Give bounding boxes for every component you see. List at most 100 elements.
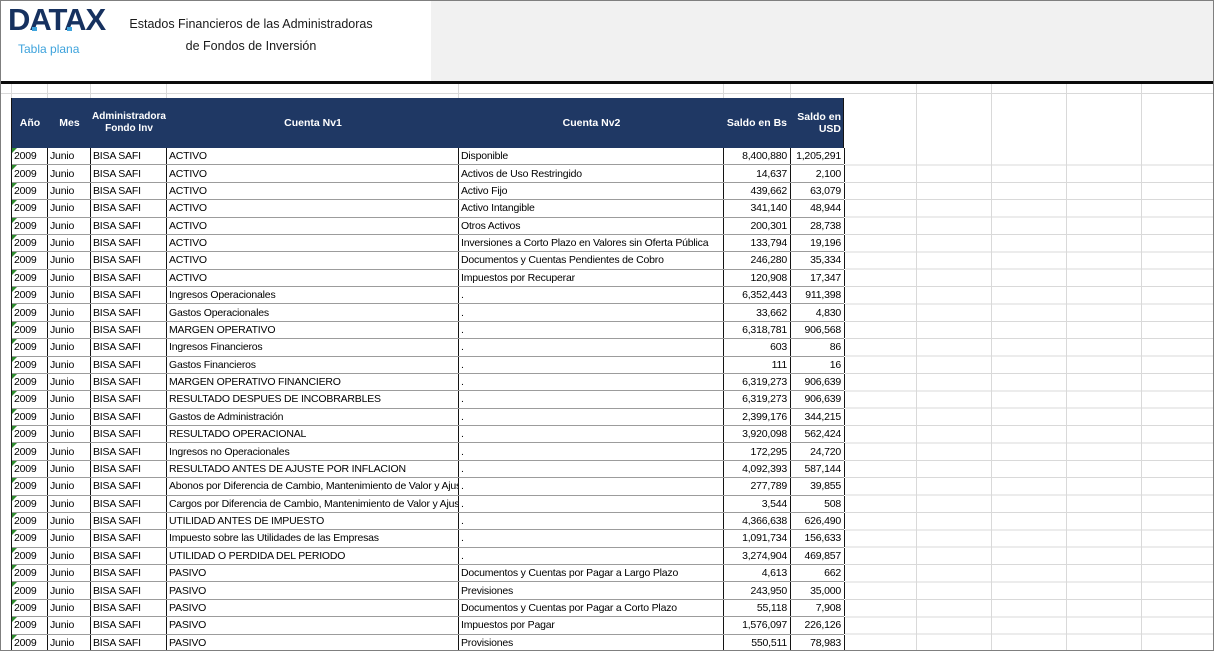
cell-mes[interactable]: Junio [48, 548, 91, 564]
cell-mes[interactable]: Junio [48, 357, 91, 373]
cell-saldo-usd[interactable]: 906,639 [791, 391, 845, 407]
cell-saldo-usd[interactable]: 86 [791, 339, 845, 355]
cell-cuenta-nv1[interactable]: Abonos por Diferencia de Cambio, Manteni… [167, 478, 459, 494]
cell-ano[interactable]: 2009 [12, 426, 48, 442]
cell-saldo-usd[interactable]: 39,855 [791, 478, 845, 494]
cell-cuenta-nv2[interactable]: . [459, 513, 724, 529]
cell-admin[interactable]: BISA SAFI [91, 617, 167, 633]
cell-cuenta-nv1[interactable]: RESULTADO ANTES DE AJUSTE POR INFLACION [167, 461, 459, 477]
cell-admin[interactable]: BISA SAFI [91, 530, 167, 546]
empty-cells-grid[interactable] [845, 148, 1214, 651]
cell-mes[interactable]: Junio [48, 183, 91, 199]
cell-saldo-bs[interactable]: 4,366,638 [724, 513, 791, 529]
cell-saldo-usd[interactable]: 35,000 [791, 582, 845, 598]
cell-cuenta-nv1[interactable]: Gastos de Administración [167, 409, 459, 425]
cell-cuenta-nv1[interactable]: Cargos por Diferencia de Cambio, Manteni… [167, 496, 459, 512]
col-header-saldo-usd[interactable]: Saldo en USD [791, 98, 845, 148]
cell-cuenta-nv2[interactable]: Inversiones a Corto Plazo en Valores sin… [459, 235, 724, 251]
cell-cuenta-nv2[interactable]: . [459, 322, 724, 338]
cell-ano[interactable]: 2009 [12, 565, 48, 581]
cell-saldo-bs[interactable]: 133,794 [724, 235, 791, 251]
cell-saldo-usd[interactable]: 1,205,291 [791, 148, 845, 164]
cell-admin[interactable]: BISA SAFI [91, 322, 167, 338]
cell-admin[interactable]: BISA SAFI [91, 183, 167, 199]
cell-admin[interactable]: BISA SAFI [91, 374, 167, 390]
cell-admin[interactable]: BISA SAFI [91, 565, 167, 581]
cell-ano[interactable]: 2009 [12, 148, 48, 164]
cell-mes[interactable]: Junio [48, 496, 91, 512]
cell-mes[interactable]: Junio [48, 391, 91, 407]
cell-saldo-bs[interactable]: 3,920,098 [724, 426, 791, 442]
cell-admin[interactable]: BISA SAFI [91, 582, 167, 598]
cell-admin[interactable]: BISA SAFI [91, 357, 167, 373]
cell-admin[interactable]: BISA SAFI [91, 600, 167, 616]
cell-ano[interactable]: 2009 [12, 165, 48, 181]
cell-saldo-bs[interactable]: 8,400,880 [724, 148, 791, 164]
cell-mes[interactable]: Junio [48, 287, 91, 303]
cell-admin[interactable]: BISA SAFI [91, 391, 167, 407]
cell-saldo-usd[interactable]: 587,144 [791, 461, 845, 477]
cell-mes[interactable]: Junio [48, 235, 91, 251]
col-header-administradora[interactable]: Administradora Fondo Inv [91, 98, 167, 148]
col-header-cuenta-nv2[interactable]: Cuenta Nv2 [459, 98, 724, 148]
cell-cuenta-nv2[interactable]: . [459, 530, 724, 546]
cell-saldo-bs[interactable]: 603 [724, 339, 791, 355]
cell-cuenta-nv1[interactable]: Gastos Operacionales [167, 304, 459, 320]
cell-saldo-usd[interactable]: 16 [791, 357, 845, 373]
cell-cuenta-nv1[interactable]: PASIVO [167, 635, 459, 651]
cell-saldo-usd[interactable]: 35,334 [791, 252, 845, 268]
col-header-cuenta-nv1[interactable]: Cuenta Nv1 [167, 98, 459, 148]
cell-ano[interactable]: 2009 [12, 339, 48, 355]
cell-mes[interactable]: Junio [48, 304, 91, 320]
cell-admin[interactable]: BISA SAFI [91, 461, 167, 477]
cell-admin[interactable]: BISA SAFI [91, 270, 167, 286]
cell-cuenta-nv1[interactable]: PASIVO [167, 582, 459, 598]
cell-saldo-usd[interactable]: 63,079 [791, 183, 845, 199]
cell-ano[interactable]: 2009 [12, 548, 48, 564]
cell-saldo-bs[interactable]: 3,544 [724, 496, 791, 512]
cell-cuenta-nv2[interactable]: . [459, 409, 724, 425]
cell-admin[interactable]: BISA SAFI [91, 165, 167, 181]
cell-ano[interactable]: 2009 [12, 496, 48, 512]
cell-mes[interactable]: Junio [48, 252, 91, 268]
cell-cuenta-nv2[interactable]: Activos de Uso Restringido [459, 165, 724, 181]
cell-ano[interactable]: 2009 [12, 322, 48, 338]
cell-ano[interactable]: 2009 [12, 443, 48, 459]
cell-cuenta-nv1[interactable]: ACTIVO [167, 200, 459, 216]
cell-cuenta-nv1[interactable]: RESULTADO DESPUES DE INCOBRARBLES [167, 391, 459, 407]
cell-mes[interactable]: Junio [48, 409, 91, 425]
cell-admin[interactable]: BISA SAFI [91, 200, 167, 216]
col-header-ano[interactable]: Año [12, 98, 48, 148]
cell-admin[interactable]: BISA SAFI [91, 513, 167, 529]
cell-saldo-usd[interactable]: 2,100 [791, 165, 845, 181]
cell-cuenta-nv2[interactable]: . [459, 391, 724, 407]
cell-ano[interactable]: 2009 [12, 218, 48, 234]
cell-saldo-bs[interactable]: 2,399,176 [724, 409, 791, 425]
cell-admin[interactable]: BISA SAFI [91, 148, 167, 164]
cell-mes[interactable]: Junio [48, 443, 91, 459]
cell-saldo-usd[interactable]: 17,347 [791, 270, 845, 286]
cell-mes[interactable]: Junio [48, 148, 91, 164]
cell-cuenta-nv2[interactable]: . [459, 357, 724, 373]
cell-saldo-usd[interactable]: 4,830 [791, 304, 845, 320]
cell-mes[interactable]: Junio [48, 635, 91, 651]
cell-saldo-bs[interactable]: 341,140 [724, 200, 791, 216]
cell-ano[interactable]: 2009 [12, 270, 48, 286]
cell-cuenta-nv2[interactable]: Documentos y Cuentas por Pagar a Corto P… [459, 600, 724, 616]
cell-cuenta-nv2[interactable]: Provisiones [459, 635, 724, 651]
tabla-plana-link[interactable]: Tabla plana [18, 42, 79, 56]
cell-mes[interactable]: Junio [48, 339, 91, 355]
cell-saldo-usd[interactable]: 562,424 [791, 426, 845, 442]
cell-saldo-bs[interactable]: 14,637 [724, 165, 791, 181]
cell-cuenta-nv1[interactable]: Ingresos no Operacionales [167, 443, 459, 459]
cell-saldo-usd[interactable]: 508 [791, 496, 845, 512]
cell-ano[interactable]: 2009 [12, 357, 48, 373]
cell-saldo-usd[interactable]: 662 [791, 565, 845, 581]
cell-admin[interactable]: BISA SAFI [91, 304, 167, 320]
cell-cuenta-nv2[interactable]: . [459, 548, 724, 564]
cell-cuenta-nv1[interactable]: ACTIVO [167, 218, 459, 234]
cell-cuenta-nv2[interactable]: Previsiones [459, 582, 724, 598]
cell-saldo-bs[interactable]: 200,301 [724, 218, 791, 234]
cell-cuenta-nv1[interactable]: PASIVO [167, 617, 459, 633]
cell-cuenta-nv2[interactable]: . [459, 374, 724, 390]
